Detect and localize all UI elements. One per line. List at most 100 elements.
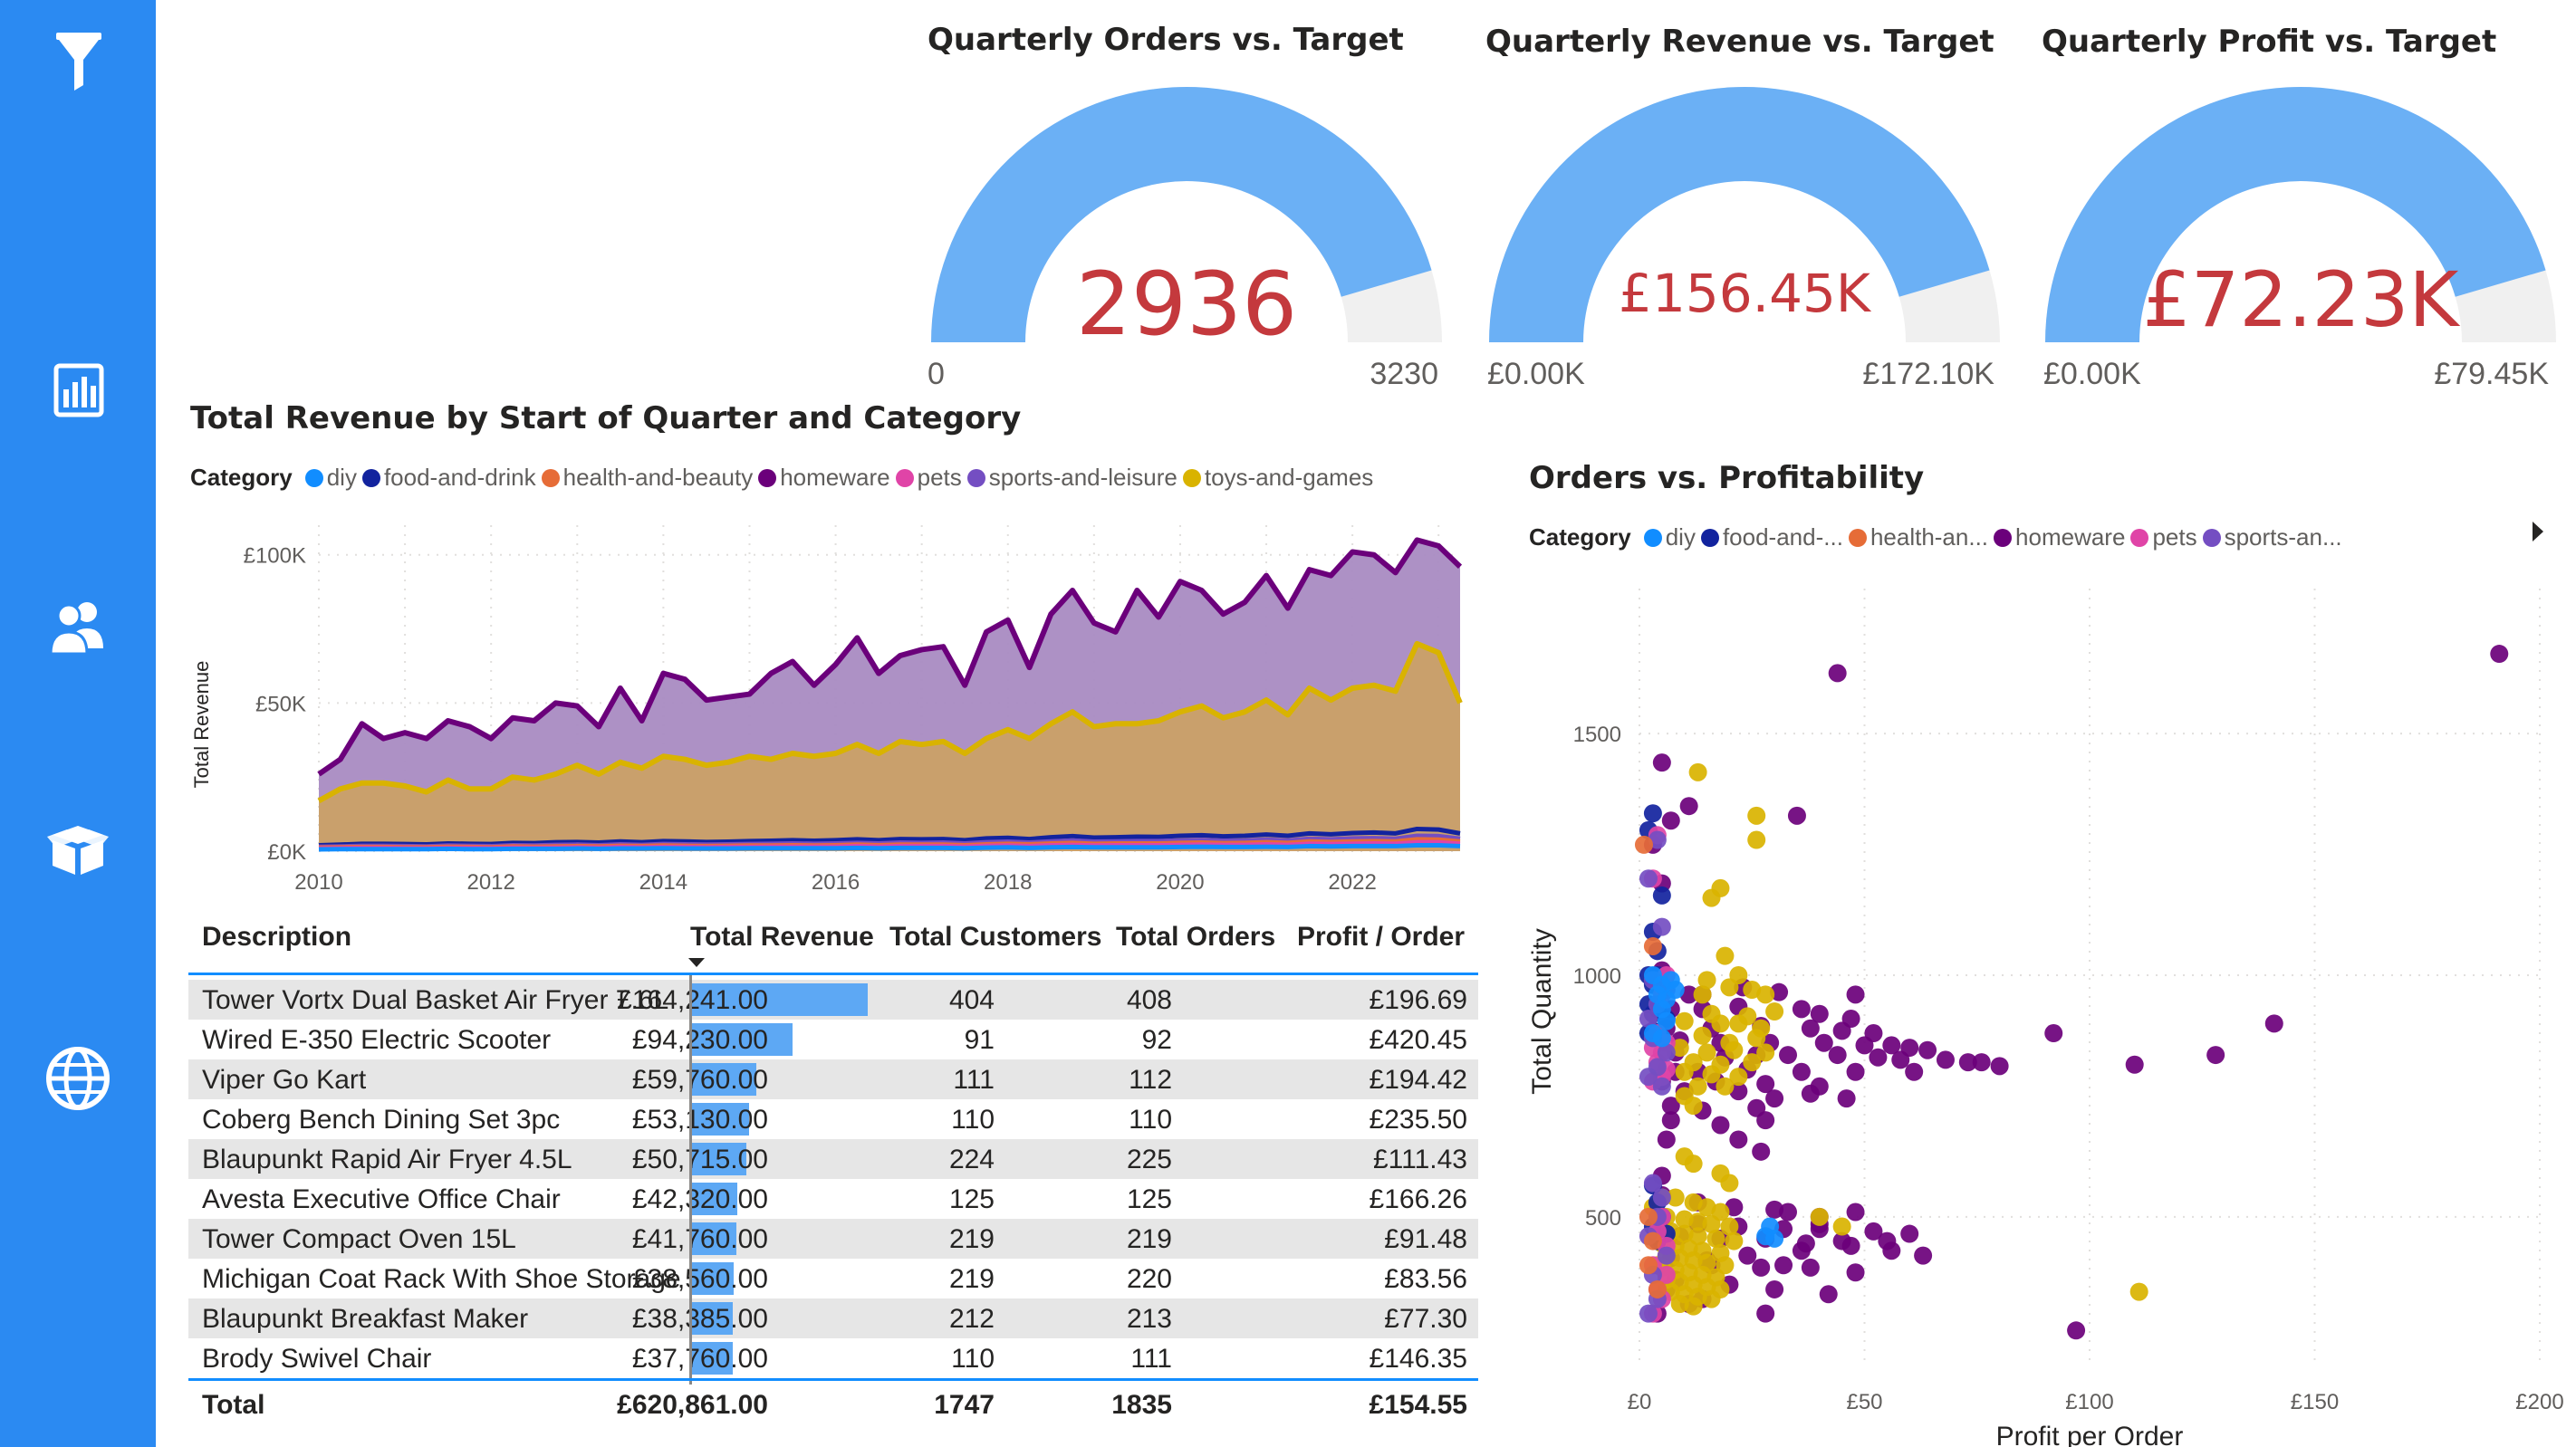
scatter-point-toys-and-games[interactable] (1729, 1014, 1748, 1033)
scatter-point-toys-and-games[interactable] (1702, 1289, 1721, 1308)
scatter-point-homeware[interactable] (1819, 1285, 1838, 1304)
scatter-point-sports-and-leisure[interactable] (1657, 1246, 1676, 1265)
scatter-point-toys-and-games[interactable] (1725, 1231, 1744, 1251)
scatter-point-homeware[interactable] (1878, 1231, 1897, 1251)
legend-item[interactable]: diy (1643, 523, 1696, 551)
scatter-point-toys-and-games[interactable] (1756, 985, 1775, 1004)
scatter-point-homeware[interactable] (1756, 1304, 1775, 1323)
scatter-point-homeware[interactable] (1936, 1050, 1955, 1069)
scatter-point-homeware[interactable] (1652, 753, 1671, 772)
scatter-point-toys-and-games[interactable] (1675, 1011, 1694, 1030)
scatter-point-homeware[interactable] (1855, 1036, 1874, 1055)
scatter-point-homeware[interactable] (1846, 985, 1865, 1004)
legend-item[interactable]: homeware (758, 464, 890, 492)
col-header-total-customers[interactable]: Total Customers (889, 922, 1101, 953)
users-icon[interactable] (25, 590, 130, 672)
scatter-point-toys-and-games[interactable] (1832, 1217, 1851, 1236)
col-header-total-revenue[interactable]: Total Revenue (690, 922, 874, 953)
legend-item[interactable]: food-and-... (1700, 523, 1843, 551)
scatter-point-food-and-drink[interactable] (1643, 804, 1662, 823)
scatter-point-homeware[interactable] (1787, 806, 1806, 825)
scatter-point-toys-and-games[interactable] (1675, 1062, 1694, 1081)
bar-chart-icon[interactable] (25, 353, 130, 435)
scatter-point-toys-and-games[interactable] (1747, 806, 1766, 825)
scatter-point-homeware[interactable] (1914, 1246, 1933, 1265)
scatter-point-homeware[interactable] (1661, 811, 1680, 830)
table-row[interactable]: Wired E-350 Electric Scooter £94,230.00 91… (188, 1020, 1478, 1059)
scatter-point-toys-and-games[interactable] (1684, 1297, 1703, 1316)
scatter-point-homeware[interactable] (1837, 1089, 1856, 1108)
scatter-point-homeware[interactable] (1801, 1084, 1820, 1103)
scatter-point-homeware[interactable] (1756, 1111, 1775, 1130)
box-icon[interactable] (25, 811, 130, 893)
scatter-point-homeware[interactable] (1972, 1053, 1991, 1072)
scatter-point-toys-and-games[interactable] (1716, 1077, 1735, 1096)
scatter-point-homeware[interactable] (1752, 1258, 1771, 1277)
scatter-point-health-and-beauty[interactable] (1639, 1256, 1658, 1275)
scatter-point-homeware[interactable] (2044, 1024, 2063, 1043)
scatter-point-homeware[interactable] (1846, 1062, 1865, 1081)
scatter-point-toys-and-games[interactable] (1693, 1026, 1712, 1045)
scatter-point-diy[interactable] (1666, 981, 1685, 1000)
scatter-point-homeware[interactable] (1814, 1033, 1833, 1052)
scatter-point-toys-and-games[interactable] (1747, 830, 1766, 849)
scatter-point-homeware[interactable] (1846, 1203, 1865, 1222)
scatter-point-homeware[interactable] (1711, 1116, 1730, 1135)
scatter-point-sports-and-leisure[interactable] (1652, 1077, 1671, 1096)
scatter-point-homeware[interactable] (2490, 645, 2509, 664)
table-row[interactable]: Viper Go Kart £59,760.00 111 112 £194.42 (188, 1059, 1478, 1099)
legend-next-arrow[interactable] (2533, 522, 2543, 541)
scatter-point-toys-and-games[interactable] (1765, 1002, 1784, 1021)
scatter-point-sports-and-leisure[interactable] (1639, 869, 1658, 888)
legend-item[interactable]: homeware (1994, 523, 2125, 551)
scatter-point-toys-and-games[interactable] (1684, 1155, 1703, 1174)
scatter-point-homeware[interactable] (1832, 1021, 1851, 1040)
table-row[interactable]: Blaupunkt Breakfast Maker £38,385.00 212 21… (188, 1298, 1478, 1338)
gauge-profit[interactable]: Quarterly Profit vs. Target £72.23K £0.0… (2038, 0, 2563, 398)
scatter-point-health-and-beauty[interactable] (1643, 1231, 1662, 1251)
scatter-point-diy[interactable] (1765, 1229, 1784, 1248)
scatter-point-toys-and-games[interactable] (1693, 985, 1712, 1004)
col-header-profit-per-order[interactable]: Profit / Order (1297, 922, 1465, 953)
gauge-revenue[interactable]: Quarterly Revenue vs. Target £156.45K £0… (1482, 0, 2007, 398)
scatter-point-toys-and-games[interactable] (1720, 978, 1739, 997)
scatter-point-toys-and-games[interactable] (1810, 1207, 1829, 1226)
scatter-point-homeware[interactable] (1765, 1279, 1784, 1298)
scatter-point-toys-and-games[interactable] (1725, 1040, 1744, 1059)
col-header-total-orders[interactable]: Total Orders (1116, 922, 1275, 953)
scatter-point-homeware[interactable] (1661, 1111, 1680, 1130)
scatter-point-sports-and-leisure[interactable] (1652, 917, 1671, 936)
scatter-point-toys-and-games[interactable] (1702, 1065, 1721, 1084)
table-row[interactable]: Michigan Coat Rack With Shoe Storage £38,… (188, 1259, 1478, 1298)
scatter-point-toys-and-games[interactable] (1720, 1174, 1739, 1193)
scatter-point-diy[interactable] (1657, 1011, 1676, 1030)
scatter-point-homeware[interactable] (1828, 1046, 1847, 1065)
scatter-point-homeware[interactable] (1900, 1224, 1919, 1243)
legend-item[interactable]: pets (2130, 523, 2197, 551)
scatter-point-health-and-beauty[interactable] (1648, 1279, 1667, 1298)
scatter-point-homeware[interactable] (1729, 1130, 1748, 1149)
scatter-point-diy[interactable] (1652, 1029, 1671, 1048)
scatter-point-sports-and-leisure[interactable] (1639, 1304, 1658, 1323)
legend-item[interactable]: pets (895, 464, 962, 492)
scatter-point-toys-and-games[interactable] (2129, 1282, 2148, 1301)
col-header-description[interactable]: Description (202, 922, 351, 953)
scatter-point-toys-and-games[interactable] (1716, 946, 1735, 965)
scatter-point-homeware[interactable] (2264, 1014, 2283, 1033)
legend-item[interactable]: sports-an... (2202, 523, 2342, 551)
legend-item[interactable]: diy (304, 464, 357, 492)
scatter-point-homeware[interactable] (1828, 664, 1847, 683)
table-row[interactable]: Avesta Executive Office Chair £42,320.00 1… (188, 1179, 1478, 1219)
table-row[interactable]: Tower Vortx Dual Basket Air Fryer 7.6L £1… (188, 980, 1478, 1020)
scatter-point-sports-and-leisure[interactable] (1652, 1188, 1671, 1207)
scatter-point-homeware[interactable] (1801, 1258, 1820, 1277)
scatter-point-homeware[interactable] (1905, 1062, 1924, 1081)
legend-item[interactable]: sports-and-leisure (966, 464, 1177, 492)
scatter-point-food-and-drink[interactable] (1652, 886, 1671, 905)
legend-item[interactable]: food-and-drink (361, 464, 536, 492)
scatter-point-homeware[interactable] (2067, 1321, 2086, 1340)
sort-desc-icon[interactable] (688, 958, 705, 967)
table-row[interactable]: Brody Swivel Chair £37,760.00 110 111 £146.3… (188, 1338, 1478, 1378)
scatter-point-homeware[interactable] (1918, 1040, 1937, 1059)
scatter-point-homeware[interactable] (1779, 1203, 1798, 1222)
